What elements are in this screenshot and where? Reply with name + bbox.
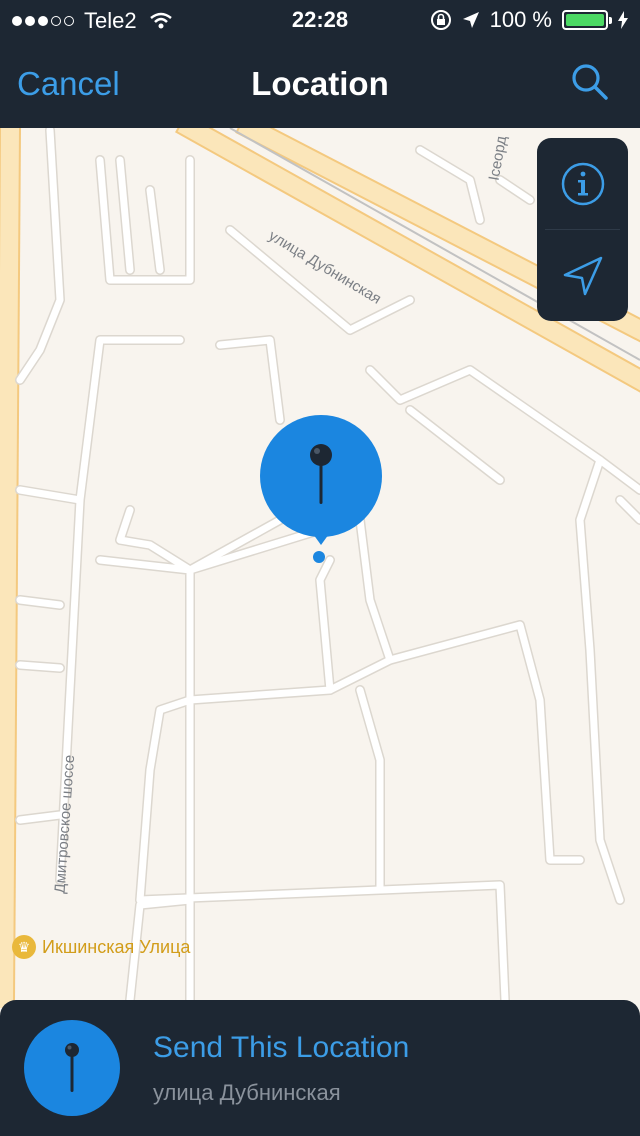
send-location-panel[interactable]: Send This Location улица Дубнинская [0, 1000, 640, 1136]
location-arrow-icon [563, 256, 602, 295]
battery-percentage: 100 % [489, 7, 552, 32]
battery-icon [562, 10, 612, 30]
send-location-button[interactable]: Send This Location [153, 1031, 409, 1065]
battery-fill [566, 14, 604, 26]
pin-icon [65, 1043, 79, 1092]
rotation-lock-icon [430, 10, 451, 30]
pin-avatar [24, 1020, 120, 1116]
location-services-icon [462, 12, 479, 28]
user-location-dot [313, 551, 325, 563]
poi-marker[interactable]: ♛ Икшинская Улица [12, 935, 190, 959]
location-address: улица Дубнинская [153, 1080, 341, 1105]
crown-icon: ♛ [12, 935, 36, 959]
status-bar: Tele2 22:28 100 % [0, 0, 640, 40]
poi-name: Икшинская Улица [42, 936, 191, 957]
status-right: 100 % [430, 7, 628, 33]
page-title: Location [251, 65, 389, 102]
info-button[interactable] [537, 138, 628, 229]
search-icon[interactable] [570, 62, 610, 102]
navigation-bar: Cancel Location [0, 40, 640, 128]
location-pin-icon[interactable] [260, 415, 382, 551]
info-icon [561, 162, 604, 205]
current-location-button[interactable] [537, 230, 628, 321]
charging-icon [618, 11, 628, 29]
map-controls [537, 138, 628, 321]
